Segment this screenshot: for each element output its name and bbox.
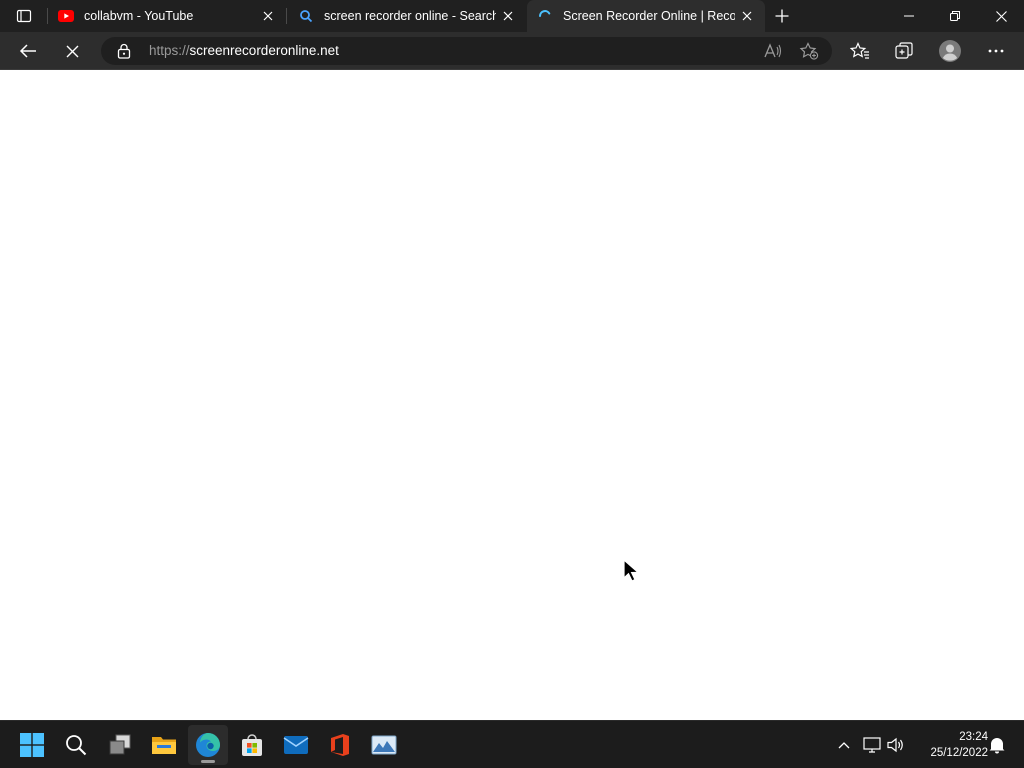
restore-button[interactable] bbox=[932, 0, 978, 32]
volume-button[interactable] bbox=[884, 729, 908, 761]
read-aloud-button[interactable] bbox=[761, 39, 785, 63]
file-explorer-button[interactable] bbox=[144, 725, 184, 765]
restore-icon bbox=[950, 11, 960, 21]
loading-spinner-icon bbox=[537, 8, 553, 24]
mail-button[interactable] bbox=[276, 725, 316, 765]
lock-icon[interactable] bbox=[117, 43, 133, 59]
tab-actions-button[interactable] bbox=[8, 4, 40, 28]
star-add-icon bbox=[799, 42, 819, 60]
collections-icon bbox=[895, 42, 913, 59]
settings-menu-button[interactable] bbox=[980, 35, 1012, 67]
tab-close-button[interactable] bbox=[496, 4, 520, 28]
minimize-button[interactable] bbox=[886, 0, 932, 32]
tab-youtube[interactable]: collabvm - YouTube bbox=[48, 0, 286, 32]
new-tab-button[interactable] bbox=[770, 4, 794, 28]
photos-button[interactable] bbox=[364, 725, 404, 765]
mouse-cursor-icon bbox=[623, 559, 640, 582]
volume-icon bbox=[887, 737, 903, 753]
stop-loading-button[interactable] bbox=[56, 35, 88, 67]
store-icon bbox=[242, 734, 262, 756]
close-icon bbox=[742, 11, 752, 21]
page-content[interactable] bbox=[0, 71, 1024, 720]
browser-toolbar: https://screenrecorderonline.net bbox=[0, 32, 1024, 70]
url-host: screenrecorderonline.net bbox=[189, 43, 339, 58]
office-icon bbox=[331, 734, 349, 756]
taskbar: 23:24 25/12/2022 bbox=[0, 720, 1024, 768]
chevron-up-icon bbox=[838, 742, 850, 749]
back-arrow-icon bbox=[19, 44, 36, 58]
search-icon bbox=[298, 8, 314, 24]
photos-icon bbox=[371, 735, 397, 755]
collections-button[interactable] bbox=[888, 35, 920, 67]
youtube-icon bbox=[58, 8, 74, 24]
taskbar-clock[interactable]: 23:24 25/12/2022 bbox=[914, 729, 988, 761]
taskbar-search-button[interactable] bbox=[56, 725, 96, 765]
active-app-indicator bbox=[201, 760, 215, 763]
close-icon bbox=[995, 10, 1007, 22]
clock-date: 25/12/2022 bbox=[930, 747, 988, 759]
browser-titlebar: collabvm - YouTube screen recorder onlin… bbox=[0, 0, 1024, 32]
tab-search[interactable]: screen recorder online - Search bbox=[288, 0, 526, 32]
tab-actions-icon bbox=[16, 9, 32, 23]
address-url[interactable]: https://screenrecorderonline.net bbox=[149, 43, 339, 58]
tab-title: screen recorder online - Search bbox=[324, 9, 496, 23]
add-favorite-button[interactable] bbox=[797, 39, 821, 63]
edge-icon bbox=[196, 733, 220, 757]
task-view-icon bbox=[109, 734, 131, 755]
tab-close-button[interactable] bbox=[256, 4, 280, 28]
more-icon bbox=[988, 49, 1004, 53]
tab-screen-recorder[interactable]: Screen Recorder Online | Record bbox=[527, 0, 765, 32]
task-view-button[interactable] bbox=[100, 725, 140, 765]
tab-separator bbox=[286, 8, 287, 24]
favorites-button[interactable] bbox=[844, 35, 876, 67]
notification-bell-icon bbox=[989, 736, 1005, 754]
store-button[interactable] bbox=[232, 725, 272, 765]
windows-logo-icon bbox=[20, 733, 44, 757]
back-button[interactable] bbox=[12, 35, 44, 67]
close-icon bbox=[503, 11, 513, 21]
start-button[interactable] bbox=[12, 725, 52, 765]
network-button[interactable] bbox=[860, 729, 884, 761]
url-scheme: https:// bbox=[149, 43, 190, 58]
minimize-icon bbox=[904, 15, 914, 17]
favorites-icon bbox=[850, 42, 869, 59]
folder-icon bbox=[152, 737, 176, 754]
tab-title: Screen Recorder Online | Record bbox=[563, 9, 735, 23]
network-icon bbox=[863, 737, 881, 753]
office-button[interactable] bbox=[320, 725, 360, 765]
notifications-button[interactable] bbox=[986, 729, 1008, 761]
address-bar[interactable]: https://screenrecorderonline.net bbox=[101, 37, 832, 65]
mail-icon bbox=[283, 736, 309, 754]
tab-close-button[interactable] bbox=[735, 4, 759, 28]
plus-icon bbox=[775, 9, 789, 23]
show-hidden-icons-button[interactable] bbox=[832, 729, 856, 761]
close-icon bbox=[66, 45, 78, 57]
read-aloud-icon bbox=[764, 43, 782, 58]
profile-button[interactable] bbox=[934, 35, 966, 67]
edge-taskbar-button[interactable] bbox=[188, 725, 228, 765]
clock-time: 23:24 bbox=[959, 731, 988, 743]
window-close-button[interactable] bbox=[978, 0, 1024, 32]
avatar-icon bbox=[939, 40, 961, 62]
search-icon bbox=[66, 735, 87, 756]
close-icon bbox=[263, 11, 273, 21]
tab-title: collabvm - YouTube bbox=[84, 9, 194, 23]
